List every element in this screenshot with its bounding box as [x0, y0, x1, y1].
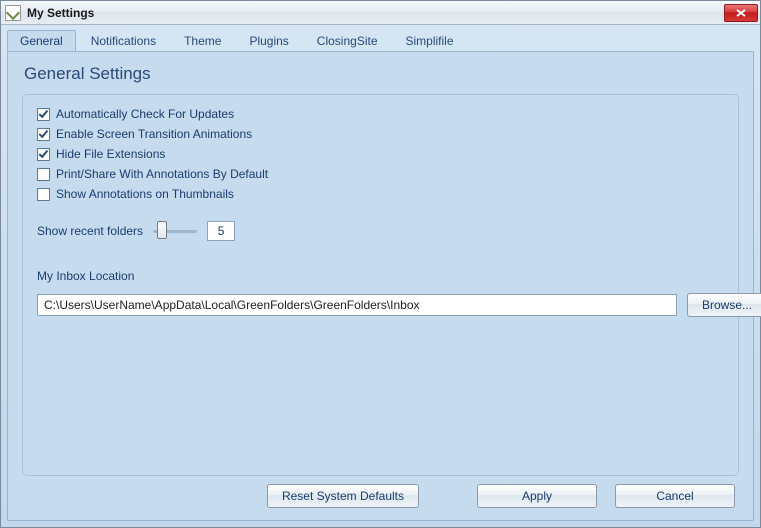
dialog-footer: Reset System Defaults Apply Cancel [22, 476, 739, 510]
checkbox-updates[interactable] [37, 108, 50, 121]
tab-content: General Settings Automatically Check For… [7, 51, 754, 521]
check-row-updates: Automatically Check For Updates [37, 107, 724, 121]
checkbox-label: Print/Share With Annotations By Default [56, 167, 268, 181]
titlebar: My Settings [1, 1, 760, 25]
section-title: General Settings [24, 64, 739, 84]
tab-label: Notifications [91, 34, 156, 48]
check-row-annotations-thumb: Show Annotations on Thumbnails [37, 187, 724, 201]
tab-closingsite[interactable]: ClosingSite [304, 30, 391, 52]
checkbox-annotations-default[interactable] [37, 168, 50, 181]
checkbox-extensions[interactable] [37, 148, 50, 161]
recent-folders-slider[interactable] [153, 221, 197, 241]
slider-value: 5 [207, 221, 235, 241]
cancel-button[interactable]: Cancel [615, 484, 735, 508]
settings-window: My Settings General Notifications Theme … [0, 0, 761, 528]
inbox-location-label: My Inbox Location [37, 269, 724, 283]
tab-label: ClosingSite [317, 34, 378, 48]
tab-plugins[interactable]: Plugins [236, 30, 301, 52]
tab-bar: General Notifications Theme Plugins Clos… [1, 25, 760, 51]
browse-button[interactable]: Browse... [687, 293, 761, 317]
general-group: Automatically Check For Updates Enable S… [22, 94, 739, 476]
tab-simplifile[interactable]: Simplifile [393, 30, 467, 52]
checkbox-label: Hide File Extensions [56, 147, 165, 161]
tab-label: General [20, 34, 63, 48]
checkbox-animations[interactable] [37, 128, 50, 141]
app-icon [5, 5, 21, 21]
window-title: My Settings [27, 6, 724, 20]
apply-button[interactable]: Apply [477, 484, 597, 508]
checkbox-label: Automatically Check For Updates [56, 107, 234, 121]
tab-notifications[interactable]: Notifications [78, 30, 169, 52]
check-row-animations: Enable Screen Transition Animations [37, 127, 724, 141]
recent-folders-row: Show recent folders 5 [37, 221, 724, 241]
slider-label: Show recent folders [37, 224, 143, 238]
slider-thumb[interactable] [157, 221, 167, 239]
checkbox-label: Show Annotations on Thumbnails [56, 187, 234, 201]
reset-defaults-button[interactable]: Reset System Defaults [267, 484, 419, 508]
close-icon [736, 9, 746, 17]
close-button[interactable] [724, 4, 758, 22]
check-row-extensions: Hide File Extensions [37, 147, 724, 161]
inbox-path-input[interactable] [37, 294, 677, 316]
tab-theme[interactable]: Theme [171, 30, 234, 52]
checkbox-annotations-thumb[interactable] [37, 188, 50, 201]
tab-label: Simplifile [406, 34, 454, 48]
checkbox-label: Enable Screen Transition Animations [56, 127, 252, 141]
tab-label: Theme [184, 34, 221, 48]
tab-label: Plugins [249, 34, 288, 48]
tab-general[interactable]: General [7, 30, 76, 52]
inbox-path-row: Browse... [37, 293, 724, 317]
check-row-annotations-default: Print/Share With Annotations By Default [37, 167, 724, 181]
